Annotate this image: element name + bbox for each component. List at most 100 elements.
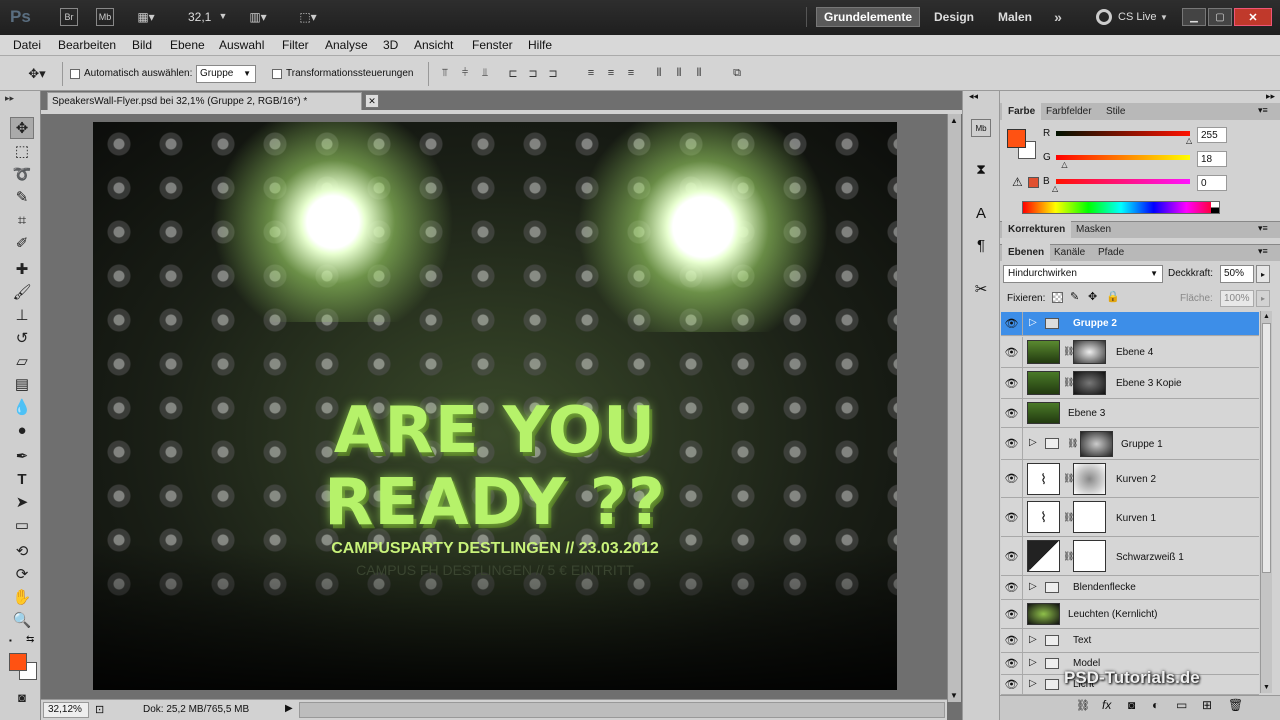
link-layers-icon[interactable]: ⛓: [1076, 699, 1090, 712]
eye-icon[interactable]: 👁: [1001, 576, 1023, 599]
menu-hilfe[interactable]: Hilfe: [528, 38, 552, 52]
tab-kanaele[interactable]: Kanäle: [1048, 244, 1091, 261]
layer-row-schwarzweiss-1[interactable]: 👁 ⛓ Schwarzweiß 1: [1001, 537, 1259, 576]
eye-icon[interactable]: 👁: [1001, 675, 1023, 694]
cs-live-label[interactable]: CS Live: [1118, 11, 1157, 23]
horizontal-scrollbar[interactable]: [299, 702, 945, 718]
zoom-field[interactable]: 32,12%: [43, 702, 89, 718]
layer-row-text[interactable]: 👁 ▷ Text: [1001, 629, 1259, 653]
fill-slider-arrow[interactable]: ▸: [1256, 290, 1270, 307]
r-slider-handle[interactable]: △: [1186, 136, 1192, 145]
layers-panel-menu-icon[interactable]: ▾≡: [1258, 246, 1268, 257]
status-menu-arrow[interactable]: ▶: [285, 703, 293, 714]
blur-tool-icon[interactable]: 💧: [10, 396, 34, 418]
expand-arrow-icon[interactable]: ▷: [1029, 317, 1037, 328]
menu-ebene[interactable]: Ebene: [170, 38, 205, 52]
layer-name[interactable]: Ebene 3: [1068, 408, 1105, 419]
align-right-edges-icon[interactable]: ⊐: [546, 66, 560, 80]
layer-name[interactable]: Ebene 3 Kopie: [1116, 378, 1182, 389]
workspace-design[interactable]: Design: [928, 7, 980, 27]
brush-tool-icon[interactable]: 🖌: [10, 281, 34, 303]
auto-select-checkbox[interactable]: [70, 69, 80, 79]
character-panel-icon[interactable]: A: [971, 203, 991, 223]
close-window-icon[interactable]: ✕: [1234, 8, 1272, 26]
tab-farbe[interactable]: Farbe: [1002, 103, 1042, 120]
eye-icon[interactable]: 👁: [1001, 629, 1023, 652]
scroll-down-arrow[interactable]: ▼: [1263, 684, 1270, 691]
menu-3d[interactable]: 3D: [383, 38, 398, 52]
mini-bridge-panel-icon[interactable]: Mb: [971, 119, 991, 137]
transform-controls-checkbox[interactable]: [272, 69, 282, 79]
distribute-right-icon[interactable]: ⦀: [692, 66, 706, 80]
b-slider-track[interactable]: [1056, 179, 1190, 184]
layer-row-leuchten[interactable]: 👁 Leuchten (Kernlicht): [1001, 600, 1259, 629]
layer-name[interactable]: Blendenflecke: [1073, 582, 1136, 593]
path-selection-tool-icon[interactable]: ➤: [10, 491, 34, 513]
layer-row-blendenflecke[interactable]: 👁 ▷ Blendenflecke: [1001, 576, 1259, 600]
layer-row-ebene-3[interactable]: 👁 Ebene 3: [1001, 399, 1259, 428]
lock-transparent-icon[interactable]: [1052, 292, 1063, 303]
b-value-field[interactable]: 0: [1197, 175, 1227, 191]
view-extras-icon[interactable]: ▦▾: [132, 8, 160, 26]
paragraph-panel-icon[interactable]: ¶: [971, 235, 991, 255]
zoom-tool-icon[interactable]: 🔍: [10, 609, 34, 631]
opacity-slider-arrow[interactable]: ▸: [1256, 265, 1270, 283]
align-horizontal-centers-icon[interactable]: ⊐: [526, 66, 540, 80]
minimize-window-icon[interactable]: ▁: [1182, 8, 1206, 26]
layer-name[interactable]: Gruppe 1: [1121, 439, 1163, 450]
3d-rotate-tool-icon[interactable]: ⟲: [10, 540, 34, 562]
quick-selection-tool-icon[interactable]: ✎: [10, 186, 34, 208]
g-slider-handle[interactable]: △: [1061, 160, 1067, 169]
more-workspaces-icon[interactable]: »: [1048, 9, 1068, 25]
lasso-tool-icon[interactable]: ➰: [10, 163, 34, 185]
g-value-field[interactable]: 18: [1197, 151, 1227, 167]
lock-all-icon[interactable]: 🔒: [1106, 290, 1120, 303]
mini-bridge-icon[interactable]: Mb: [96, 8, 114, 26]
type-tool-icon[interactable]: T: [10, 468, 34, 490]
scroll-up-arrow[interactable]: ▲: [950, 116, 958, 125]
tab-pfade[interactable]: Pfade: [1092, 244, 1130, 261]
distribute-horizontal-centers-icon[interactable]: ⦀: [672, 66, 686, 80]
layer-row-kurven-2[interactable]: 👁 ⌇ ⛓ Kurven 2: [1001, 460, 1259, 498]
menu-bearbeiten[interactable]: Bearbeiten: [58, 38, 116, 52]
tool-preset-move-icon[interactable]: ✥▾: [20, 65, 54, 83]
menu-analyse[interactable]: Analyse: [325, 38, 368, 52]
zoom-level-display[interactable]: 32,1: [188, 10, 211, 24]
align-left-edges-icon[interactable]: ⊏: [506, 66, 520, 80]
dodge-tool-icon[interactable]: ●: [10, 419, 34, 441]
eye-icon[interactable]: 👁: [1001, 337, 1023, 367]
lock-pixels-icon[interactable]: ✎: [1070, 290, 1079, 303]
eye-icon[interactable]: 👁: [1001, 368, 1023, 398]
layer-row-ebene-4[interactable]: 👁 ⛓ Ebene 4: [1001, 337, 1259, 368]
history-brush-tool-icon[interactable]: ↺: [10, 327, 34, 349]
tool-presets-panel-icon[interactable]: ✂: [971, 279, 991, 299]
history-panel-icon[interactable]: ⧗: [971, 159, 991, 179]
color-panel-menu-icon[interactable]: ▾≡: [1258, 105, 1268, 116]
delete-layer-icon[interactable]: 🗑: [1228, 698, 1243, 712]
distribute-bottom-icon[interactable]: ≡: [624, 66, 638, 80]
bridge-icon[interactable]: Br: [60, 8, 78, 26]
auto-select-dropdown[interactable]: Gruppe ▼: [196, 65, 256, 83]
align-vertical-centers-icon[interactable]: ⫩: [458, 66, 472, 80]
tab-farbfelder[interactable]: Farbfelder: [1040, 103, 1098, 120]
eye-icon[interactable]: 👁: [1001, 428, 1023, 459]
healing-brush-tool-icon[interactable]: ✚: [10, 258, 34, 280]
cs-live-icon[interactable]: [1096, 9, 1112, 25]
crop-tool-icon[interactable]: ⌗: [10, 209, 34, 231]
scrollbar-thumb[interactable]: [1262, 323, 1271, 573]
workspace-grundelemente[interactable]: Grundelemente: [816, 7, 920, 27]
status-info-icon[interactable]: ⊡: [95, 703, 104, 716]
blend-mode-dropdown[interactable]: Hindurchwirken ▼: [1003, 265, 1163, 283]
marquee-tool-icon[interactable]: ⬚: [10, 140, 34, 162]
gamut-correction-swatch[interactable]: [1028, 177, 1039, 188]
canvas[interactable]: ARE YOU READY ?? CAMPUSPARTY DESTLINGEN …: [93, 122, 897, 690]
color-spectrum-bar[interactable]: [1022, 201, 1220, 214]
document-tab[interactable]: SpeakersWall-Flyer.psd bei 32,1% (Gruppe…: [47, 92, 379, 110]
spectrum-black-white[interactable]: [1211, 202, 1219, 213]
eye-icon[interactable]: 👁: [1001, 653, 1023, 674]
pen-tool-icon[interactable]: ✒: [10, 445, 34, 467]
add-mask-icon[interactable]: ◙: [1128, 698, 1135, 712]
dock-expand-icon[interactable]: ◂◂: [969, 91, 978, 102]
menu-fenster[interactable]: Fenster: [472, 38, 513, 52]
scroll-down-arrow[interactable]: ▼: [950, 691, 958, 700]
